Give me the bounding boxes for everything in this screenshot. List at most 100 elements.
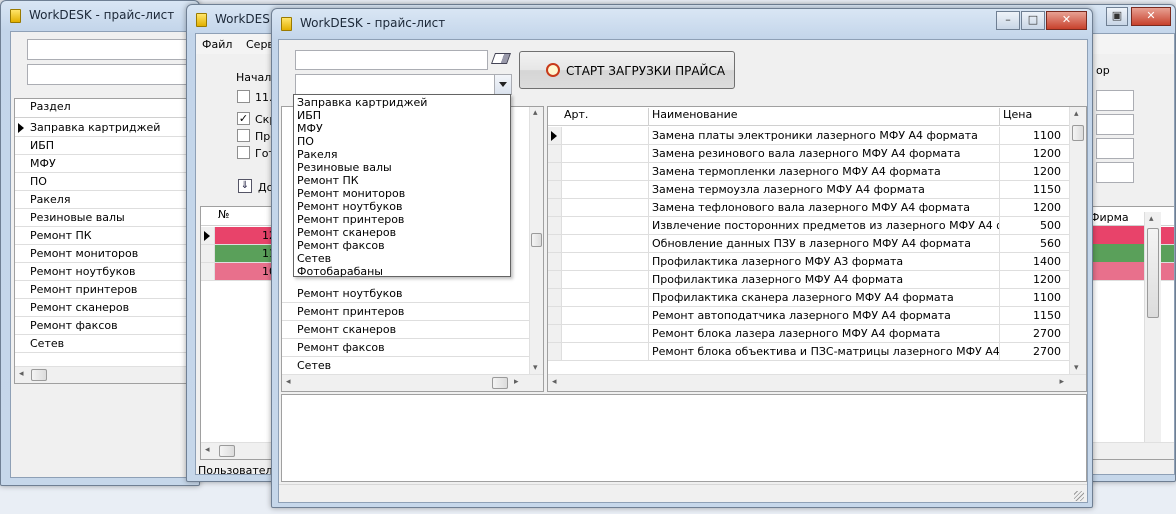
front-minimize-button[interactable]: – (996, 11, 1020, 30)
front-sections-hscrollbar[interactable]: ◂ ▸ (282, 374, 543, 391)
price-row[interactable]: Ремонт автоподатчика лазерного МФУ А4 фо… (548, 307, 1069, 325)
scroll-up-icon[interactable]: ▴ (1149, 214, 1154, 224)
row-selector[interactable] (201, 245, 215, 262)
firm-vscroll-thumb[interactable] (1147, 228, 1159, 318)
scroll-left-icon[interactable]: ◂ (552, 377, 557, 387)
dropdown-item[interactable]: Ремонт принтеров (294, 213, 510, 226)
right-field-3[interactable] (1096, 138, 1134, 159)
description-memo[interactable] (281, 394, 1087, 482)
row-selector[interactable] (548, 217, 562, 234)
middle-restore-button[interactable]: ▣ (1106, 7, 1128, 26)
section-dropdown-list[interactable]: Заправка картриджей ИБП МФУ ПО Ракеля Резинов… (293, 94, 511, 278)
price-row[interactable]: Замена тефлонового вала лазерного МФУ А4… (548, 199, 1069, 217)
scroll-down-icon[interactable]: ▾ (1074, 363, 1079, 373)
dropdown-item[interactable]: Заправка картриджей (294, 96, 510, 109)
back-section-row[interactable]: Резиновые валы (15, 209, 198, 227)
back-search-input-2[interactable] (27, 64, 197, 85)
dropdown-item[interactable]: Сетев (294, 252, 510, 265)
menu-file[interactable]: Файл (202, 38, 232, 51)
price-row[interactable]: Профилактика лазерного МФУ А4 формата 120… (548, 271, 1069, 289)
firm-row-green[interactable] (1086, 244, 1146, 262)
price-table-vscrollbar[interactable]: ▴ ▾ (1069, 107, 1086, 374)
price-row[interactable]: Замена резинового вала лазерного МФУ А4 … (548, 145, 1069, 163)
back-section-row[interactable]: Ракеля (15, 191, 198, 209)
back-section-row[interactable]: Ремонт факсов (15, 317, 198, 335)
section-combobox[interactable] (295, 74, 512, 95)
row-selector[interactable] (201, 263, 215, 280)
row-selector[interactable] (548, 307, 562, 324)
back-section-row[interactable]: МФУ (15, 155, 198, 173)
price-row[interactable]: Замена платы электроники лазерного МФУ А… (548, 127, 1069, 145)
back-hscroll-thumb[interactable] (31, 369, 47, 381)
price-row[interactable]: Профилактика лазерного МФУ А3 формата 140… (548, 253, 1069, 271)
back-search-input-1[interactable] (27, 39, 197, 60)
dropdown-item[interactable]: Ракеля (294, 148, 510, 161)
row-selector[interactable] (548, 127, 562, 144)
scroll-up-icon[interactable]: ▴ (1074, 109, 1079, 119)
dropdown-item[interactable]: ИБП (294, 109, 510, 122)
price-row[interactable]: Обновление данных ПЗУ в лазерного МФУ А4… (548, 235, 1069, 253)
back-section-row[interactable]: Заправка картриджей (15, 119, 198, 137)
row-selector[interactable] (548, 199, 562, 216)
price-table[interactable]: Арт. Наименование Цена Замена платы элек… (547, 106, 1087, 392)
front-section-row[interactable]: Ремонт сканеров (282, 321, 529, 339)
row-selector[interactable] (548, 253, 562, 270)
row-selector[interactable] (548, 289, 562, 306)
back-window-titlebar[interactable]: WorkDESK - прайс-лист (1, 1, 199, 31)
price-table-hscrollbar[interactable]: ◂ ▸ (548, 374, 1086, 391)
price-row[interactable]: Замена термоузла лазерного МФУ А4 формат… (548, 181, 1069, 199)
combobox-dropdown-button[interactable] (494, 75, 511, 94)
date-checkbox[interactable] (237, 90, 250, 103)
download-icon[interactable]: ⇓ (238, 179, 252, 193)
orders-hscroll-thumb[interactable] (219, 445, 235, 457)
back-section-row[interactable]: Ремонт ноутбуков (15, 263, 198, 281)
scroll-down-icon[interactable]: ▾ (533, 363, 538, 373)
front-section-row[interactable]: Ремонт факсов (282, 339, 529, 357)
front-sections-hscroll-thumb[interactable] (492, 377, 508, 389)
front-maximize-button[interactable]: □ (1021, 11, 1045, 30)
firm-vscrollbar[interactable]: ▴ (1144, 212, 1161, 442)
front-section-row[interactable]: Ремонт принтеров (282, 303, 529, 321)
row-selector[interactable] (201, 227, 215, 244)
price-row[interactable]: Профилактика сканера лазерного МФУ А4 фо… (548, 289, 1069, 307)
dropdown-item[interactable]: Ремонт мониторов (294, 187, 510, 200)
back-section-row[interactable]: ПО (15, 173, 198, 191)
row-selector[interactable] (548, 325, 562, 342)
firm-row-red[interactable] (1086, 226, 1146, 244)
dropdown-item[interactable]: Ремонт ПК (294, 174, 510, 187)
row-selector[interactable] (548, 343, 562, 360)
front-sections-vscroll-thumb[interactable] (531, 233, 542, 247)
row-selector[interactable] (548, 163, 562, 180)
back-section-row[interactable]: Ремонт принтеров (15, 281, 198, 299)
scroll-right-icon[interactable]: ▸ (514, 377, 519, 387)
right-field-1[interactable] (1096, 90, 1134, 111)
scroll-left-icon[interactable]: ◂ (205, 445, 210, 455)
scroll-right-icon[interactable]: ▸ (1059, 377, 1064, 387)
row-selector[interactable] (548, 271, 562, 288)
back-section-row[interactable]: Ремонт ПК (15, 227, 198, 245)
back-section-row[interactable]: ИБП (15, 137, 198, 155)
price-search-input[interactable] (295, 50, 488, 70)
price-row[interactable]: Ремонт блока лазера лазерного МФУ А4 фор… (548, 325, 1069, 343)
middle-close-button[interactable]: ✕ (1131, 7, 1171, 26)
back-hscrollbar[interactable]: ◂ (15, 366, 198, 383)
menu-service[interactable]: Серв (246, 38, 274, 51)
row-selector[interactable] (548, 235, 562, 252)
price-row[interactable]: Ремонт блока объектива и ПЗС-матрицы лаз… (548, 343, 1069, 361)
front-section-row[interactable]: Сетев (282, 357, 529, 375)
right-field-4[interactable] (1096, 162, 1134, 183)
back-section-list[interactable]: Раздел Заправка картриджей ИБП МФУ ПО Ракеля… (14, 98, 198, 384)
back-section-row[interactable]: Сетев (15, 335, 198, 353)
dropdown-item[interactable]: Ремонт сканеров (294, 226, 510, 239)
front-section-row[interactable]: Ремонт ноутбуков (282, 285, 529, 303)
row-selector[interactable] (548, 181, 562, 198)
checkbox-pro[interactable] (237, 129, 250, 142)
front-sections-vscrollbar[interactable]: ▴ ▾ (529, 107, 543, 374)
dropdown-item[interactable]: Фотобарабаны (294, 265, 510, 278)
dropdown-item[interactable]: Резиновые валы (294, 161, 510, 174)
dropdown-item[interactable]: МФУ (294, 122, 510, 135)
scroll-up-icon[interactable]: ▴ (533, 108, 538, 118)
scroll-left-icon[interactable]: ◂ (19, 369, 24, 379)
start-load-price-button[interactable]: СТАРТ ЗАГРУЗКИ ПРАЙСА (519, 51, 735, 89)
price-vscroll-thumb[interactable] (1072, 125, 1084, 141)
